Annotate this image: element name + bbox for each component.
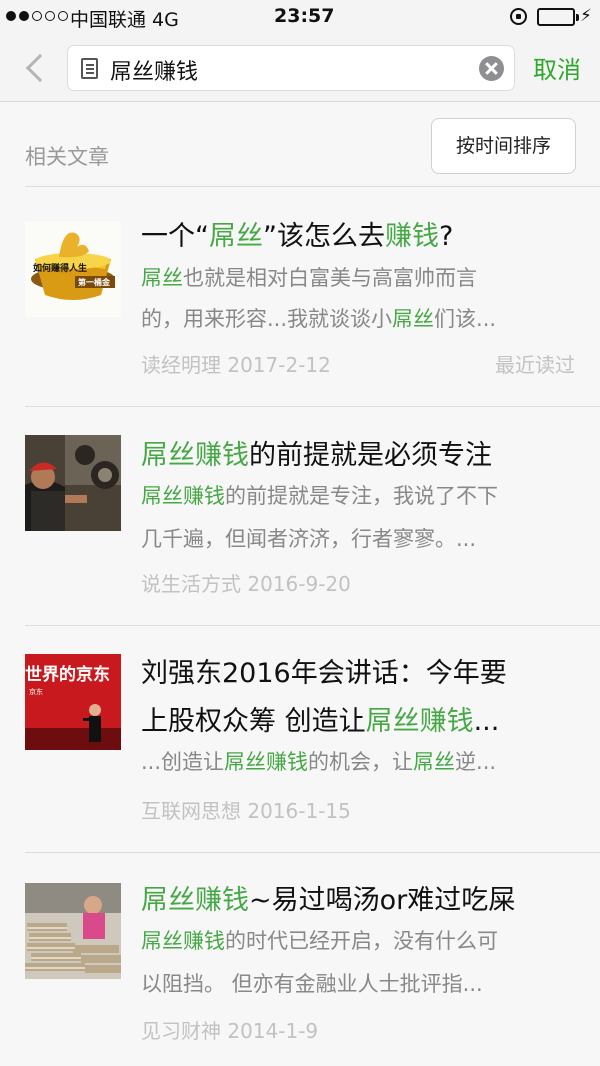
article-title: 上股权众筹 创造让屌丝赚钱... bbox=[141, 706, 500, 737]
article-thumbnail: 如何赚得人生 第一桶金 bbox=[25, 221, 121, 317]
search-header: 屌丝赚钱 取消 bbox=[0, 34, 600, 102]
thumb-caption: 世界的京东 bbox=[25, 664, 110, 685]
article-thumbnail bbox=[25, 883, 121, 979]
thumb-caption: 如何赚得人生 bbox=[33, 262, 87, 274]
back-chevron-icon[interactable] bbox=[24, 52, 44, 82]
article-snippet: 屌丝赚钱的时代已经开启，没有什么可 bbox=[141, 929, 498, 953]
article-snippet: 屌丝赚钱的前提就是专注，我说了不下 bbox=[141, 484, 498, 508]
document-icon bbox=[81, 58, 98, 79]
recently-read-badge: 最近读过 bbox=[495, 353, 575, 377]
article-item[interactable]: 屌丝赚钱~易过喝汤or难过吃屎 屌丝赚钱的时代已经开启，没有什么可 以阻挡。 但… bbox=[0, 853, 600, 1066]
cancel-button[interactable]: 取消 bbox=[533, 50, 581, 85]
article-snippet: 以阻挡。 但亦有金融业人士批评指... bbox=[141, 972, 483, 996]
article-title: 屌丝赚钱的前提就是必须专注 bbox=[141, 440, 492, 471]
thumb-caption: 第一桶金 bbox=[78, 277, 111, 287]
article-thumbnail: 世界的京东 京东 bbox=[25, 654, 121, 750]
article-source-date: 说生活方式 2016-9-20 bbox=[141, 572, 351, 596]
battery-icon bbox=[537, 8, 579, 26]
carrier-label: 中国联通 4G bbox=[70, 9, 179, 31]
article-item[interactable]: 屌丝赚钱的前提就是必须专注 屌丝赚钱的前提就是专注，我说了不下 几千遍，但闻者济… bbox=[0, 407, 600, 626]
article-source-date: 读经明理 2017-2-12 bbox=[141, 353, 331, 377]
article-snippet: 几千遍，但闻者济济，行者寥寥。... bbox=[141, 527, 477, 551]
article-title: 刘强东2016年会讲话：今年要 bbox=[141, 658, 507, 689]
article-thumbnail bbox=[25, 435, 121, 531]
status-time: 23:57 bbox=[274, 5, 335, 27]
status-bar: 中国联通 4G 23:57 ⚡ bbox=[0, 0, 600, 34]
article-item[interactable]: 世界的京东 京东 刘强东2016年会讲话：今年要 上股权众筹 创造让屌丝赚钱..… bbox=[0, 626, 600, 853]
article-snippet: 屌丝也就是相对白富美与高富帅而言 bbox=[141, 266, 477, 290]
sort-by-time-button[interactable]: 按时间排序 bbox=[431, 118, 576, 174]
clear-icon[interactable] bbox=[479, 56, 504, 81]
rotation-lock-icon bbox=[510, 8, 527, 25]
thumb-caption: 京东 bbox=[29, 687, 43, 696]
search-input[interactable]: 屌丝赚钱 bbox=[67, 45, 515, 91]
article-title: 屌丝赚钱~易过喝汤or难过吃屎 bbox=[141, 885, 516, 916]
signal-strength-icon bbox=[6, 11, 68, 21]
article-source-date: 见习财神 2014-1-9 bbox=[141, 1019, 319, 1043]
charging-icon: ⚡ bbox=[580, 6, 592, 26]
section-title: 相关文章 bbox=[25, 145, 109, 169]
article-source-date: 互联网思想 2016-1-15 bbox=[141, 799, 351, 823]
article-title: 一个“屌丝”该怎么去赚钱? bbox=[141, 221, 454, 252]
article-item[interactable]: 如何赚得人生 第一桶金 一个“屌丝”该怎么去赚钱? 屌丝也就是相对白富美与高富帅… bbox=[0, 187, 600, 407]
section-header: 相关文章 按时间排序 bbox=[0, 103, 600, 187]
article-snippet: ...创造让屌丝赚钱的机会，让屌丝逆... bbox=[141, 750, 497, 774]
search-query[interactable]: 屌丝赚钱 bbox=[110, 54, 198, 86]
article-snippet: 的，用来形容...我就谈谈小屌丝们该... bbox=[141, 307, 497, 331]
